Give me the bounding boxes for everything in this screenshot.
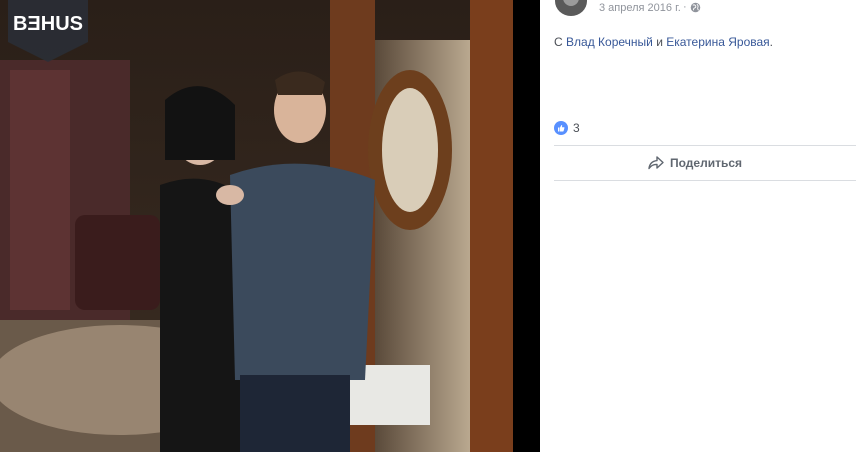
post-date[interactable]: 3 апреля 2016 г.	[599, 2, 681, 14]
post-photo[interactable]: BƎHUS	[0, 0, 513, 452]
tagged-person-link[interactable]: Влад Коречный	[566, 35, 653, 49]
share-label: Поделиться	[670, 156, 743, 170]
photo-illustration	[0, 0, 513, 452]
like-count: 3	[573, 121, 580, 135]
date-separator: ·	[683, 1, 687, 13]
tag-suffix: .	[769, 35, 773, 49]
divider	[554, 180, 856, 181]
photo-stage: BƎHUS	[0, 0, 540, 452]
globe-icon[interactable]	[690, 2, 701, 13]
tag-prefix: С	[554, 35, 563, 49]
tagged-person-link[interactable]: Екатерина Яровая	[666, 35, 769, 49]
avatar[interactable]	[555, 0, 587, 16]
tag-joiner: и	[656, 35, 663, 49]
share-icon	[648, 156, 664, 170]
divider	[554, 145, 856, 146]
post-header: 3 апреля 2016 г. ·	[540, 0, 856, 20]
reaction-summary[interactable]: 3	[554, 121, 580, 135]
tagged-people: С Влад Коречный и Екатерина Яровая.	[554, 35, 773, 49]
post-panel: 3 апреля 2016 г. · С Влад Коречный и Ека…	[540, 0, 856, 452]
watermark-logo: BƎHUS	[8, 0, 88, 62]
like-icon	[554, 121, 568, 135]
share-button[interactable]: Поделиться	[648, 153, 742, 173]
svg-text:BƎHUS: BƎHUS	[13, 13, 83, 35]
